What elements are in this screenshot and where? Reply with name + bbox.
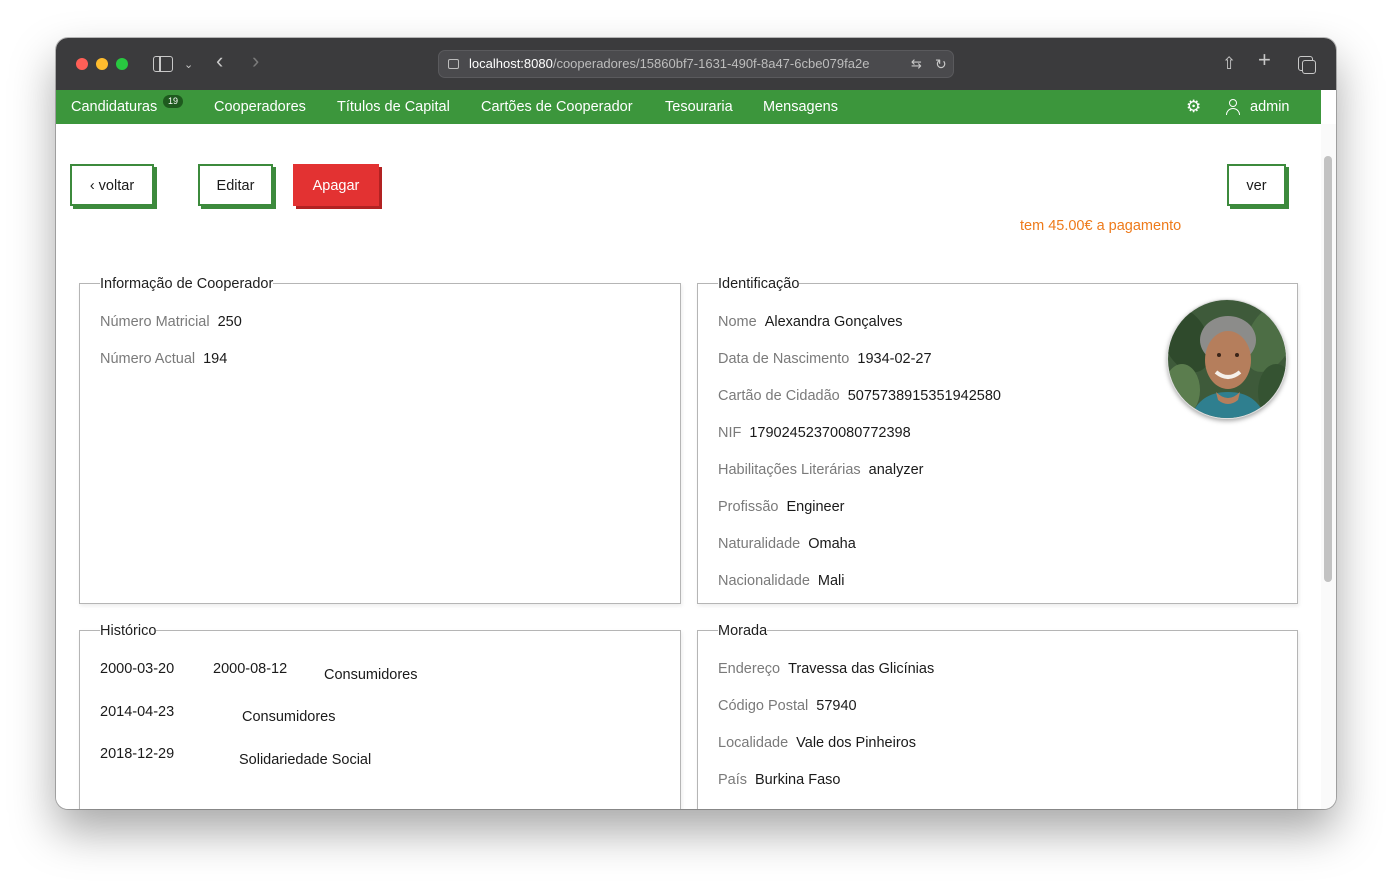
field-label: Data de Nascimento (718, 351, 850, 367)
user-icon[interactable] (1226, 99, 1240, 115)
field-label: Nome (718, 314, 757, 330)
field-value: Omaha (808, 536, 856, 552)
field-label: Nacionalidade (718, 573, 810, 589)
field-value: Burkina Faso (755, 772, 841, 788)
reload-icon[interactable]: ↻ (935, 51, 947, 77)
minimize-window-button[interactable] (96, 58, 108, 70)
field-value: Travessa das Glicínias (788, 661, 935, 677)
field-value: 250 (217, 314, 242, 330)
close-window-button[interactable] (76, 58, 88, 70)
nav-badge-candidaturas: 19 (163, 95, 184, 108)
address-panel: Morada Endereço Travessa das Glicínias Có… (697, 622, 1298, 809)
user-menu-admin[interactable]: admin (1250, 90, 1290, 124)
field-label: Profissão (718, 499, 779, 515)
payment-due-note: tem 45.00€ a pagamento (1020, 218, 1182, 234)
field-nif: NIF 17902452370080772398 (718, 424, 911, 442)
url-path: /cooperadores/15860bf7-1631-490f-8a47-6c… (552, 56, 870, 71)
field-numero-matricial: Número Matricial 250 (100, 313, 242, 331)
nav-item-candidaturas[interactable]: Candidaturas (71, 90, 157, 124)
field-label: Cartão de Cidadão (718, 388, 840, 404)
nav-item-mensagens[interactable]: Mensagens (763, 90, 838, 124)
field-value: Alexandra Gonçalves (764, 314, 903, 330)
profile-photo (1167, 299, 1287, 419)
history-start-date: 2000-03-20 (100, 661, 175, 677)
history-panel-title: Histórico (100, 622, 157, 640)
field-habilitacoes-literarias: Habilitações Literárias analyzer (718, 461, 923, 479)
field-localidade: Localidade Vale dos Pinheiros (718, 734, 916, 752)
url-host: localhost:8080 (469, 56, 553, 71)
site-info-icon[interactable] (448, 59, 459, 69)
field-value: 1934-02-27 (857, 351, 932, 367)
history-group: Solidariedade Social (239, 752, 372, 768)
main-content: ‹ voltar Editar Apagar tem 45.00€ a paga… (56, 124, 1321, 809)
settings-gear-icon[interactable]: ⚙ (1186, 90, 1201, 124)
new-tab-icon[interactable]: + (1258, 48, 1271, 72)
field-cartao-de-cidadao: Cartão de Cidadão 5075738915351942580 (718, 387, 1001, 405)
field-label: Código Postal (718, 698, 809, 714)
chevron-down-icon[interactable]: ⌄ (184, 53, 193, 77)
field-pais: País Burkina Faso (718, 771, 840, 789)
nav-item-cooperadores[interactable]: Cooperadores (214, 90, 306, 124)
field-value: 17902452370080772398 (749, 425, 911, 441)
history-start-date: 2014-04-23 (100, 704, 175, 720)
field-value: Engineer (786, 499, 845, 515)
app-navbar: Candidaturas 19 Cooperadores Títulos de … (56, 90, 1321, 124)
history-end-date: 2000-08-12 (213, 661, 288, 677)
field-endereco: Endereço Travessa das Glicínias (718, 660, 934, 678)
nav-item-tesouraria[interactable]: Tesouraria (665, 90, 733, 124)
tab-overview-icon[interactable] (1298, 56, 1316, 74)
edit-button[interactable]: Editar (198, 164, 273, 206)
address-panel-title: Morada (718, 622, 768, 640)
field-value: 194 (203, 351, 228, 367)
field-value: 57940 (816, 698, 857, 714)
translate-icon[interactable]: ⇆ (911, 51, 922, 77)
browser-window: ⌄ ‹ › localhost:8080/cooperadores/15860b… (56, 38, 1336, 809)
identification-panel-title: Identificação (718, 275, 800, 293)
back-arrow-icon[interactable]: ‹ (216, 49, 223, 73)
sidebar-toggle-icon[interactable] (153, 56, 173, 72)
field-label: Habilitações Literárias (718, 462, 861, 478)
info-panel-title: Informação de Cooperador (100, 275, 274, 293)
field-nacionalidade: Nacionalidade Mali (718, 572, 845, 590)
field-value: Mali (817, 573, 845, 589)
field-nome: Nome Alexandra Gonçalves (718, 313, 903, 331)
field-label: Número Matricial (100, 314, 210, 330)
view-payment-button[interactable]: ver (1227, 164, 1286, 206)
forward-arrow-icon[interactable]: › (252, 49, 259, 73)
field-label: Endereço (718, 661, 781, 677)
field-label: País (718, 772, 748, 788)
field-data-de-nascimento: Data de Nascimento 1934-02-27 (718, 350, 932, 368)
address-bar[interactable]: localhost:8080/cooperadores/15860bf7-163… (438, 50, 954, 78)
share-icon[interactable]: ⇧ (1222, 52, 1236, 76)
history-group: Consumidores (324, 667, 418, 683)
history-panel: Histórico 2000-03-20 2000-08-12 Consumid… (79, 622, 681, 809)
field-label: NIF (718, 425, 742, 441)
zoom-window-button[interactable] (116, 58, 128, 70)
field-label: Naturalidade (718, 536, 801, 552)
field-label: Localidade (718, 735, 789, 751)
browser-titlebar: ⌄ ‹ › localhost:8080/cooperadores/15860b… (56, 38, 1336, 90)
field-profissao: Profissão Engineer (718, 498, 845, 516)
history-start-date: 2018-12-29 (100, 746, 175, 762)
field-value: analyzer (868, 462, 924, 478)
field-value: 5075738915351942580 (847, 388, 1001, 404)
info-panel: Informação de Cooperador Número Matricia… (79, 275, 681, 604)
field-value: Vale dos Pinheiros (796, 735, 916, 751)
back-button[interactable]: ‹ voltar (70, 164, 154, 206)
field-naturalidade: Naturalidade Omaha (718, 535, 856, 553)
field-codigo-postal: Código Postal 57940 (718, 697, 857, 715)
scrollbar-thumb[interactable] (1324, 156, 1332, 582)
field-label: Número Actual (100, 351, 196, 367)
nav-item-cartoes-de-cooperador[interactable]: Cartões de Cooperador (481, 90, 633, 124)
profile-photo-illustration (1168, 300, 1286, 418)
history-group: Consumidores (242, 709, 336, 725)
field-numero-actual: Número Actual 194 (100, 350, 227, 368)
identification-panel: Identificação Nome Alexandra Gonçalves Da… (697, 275, 1298, 604)
delete-button[interactable]: Apagar (293, 164, 379, 206)
nav-item-titulos-de-capital[interactable]: Títulos de Capital (337, 90, 450, 124)
